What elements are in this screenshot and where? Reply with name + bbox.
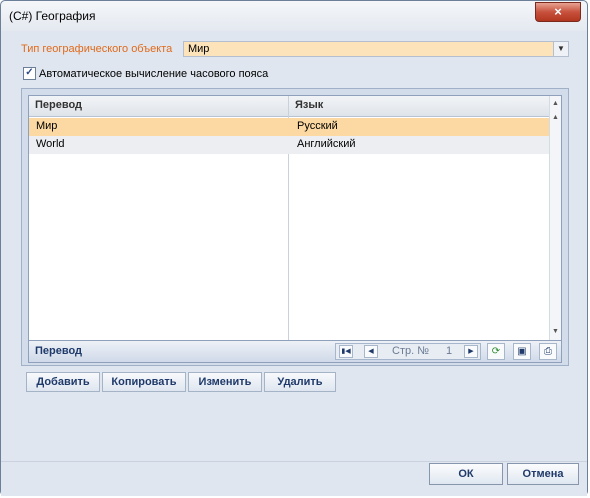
- type-select-value: Мир: [188, 43, 210, 55]
- delete-button[interactable]: Удалить: [264, 372, 336, 392]
- first-page-icon[interactable]: ▮◀: [339, 345, 353, 358]
- page-label: Стр. №: [392, 345, 430, 357]
- grid-footer: Перевод ▮◀ ◀ Стр. № 1 ▶ ⟳ ▣ ⎙: [28, 341, 562, 363]
- dialog-window: (C#) География × Тип географического объ…: [0, 0, 588, 496]
- scroll-up-icon[interactable]: ▲: [550, 98, 561, 110]
- page-number: 1: [446, 345, 453, 357]
- column-header-translation[interactable]: Перевод: [35, 99, 82, 111]
- chevron-down-icon[interactable]: ▼: [553, 42, 568, 56]
- ok-button[interactable]: ОК: [429, 463, 503, 485]
- cell-language: Русский: [297, 120, 338, 132]
- cell-language: Английский: [297, 138, 356, 150]
- scroll-down-icon[interactable]: ▼: [550, 326, 561, 338]
- copy-button[interactable]: Копировать: [102, 372, 186, 392]
- refresh-icon[interactable]: ⟳: [487, 343, 505, 360]
- vertical-scrollbar[interactable]: ▲ ▲ ▼: [549, 96, 561, 340]
- dialog-button-bar: ОК Отмена: [1, 461, 587, 496]
- cell-translation: Мир: [36, 120, 58, 132]
- dialog-content: Тип географического объекта Мир ▼ ✓ Автом…: [9, 31, 579, 461]
- auto-timezone-checkbox[interactable]: ✓: [23, 67, 36, 80]
- save-icon[interactable]: ▣: [513, 343, 531, 360]
- auto-timezone-row[interactable]: ✓ Автоматическое вычисление часового пояс…: [23, 67, 269, 81]
- cell-translation: World: [36, 138, 65, 150]
- grid-header: Перевод Язык: [29, 96, 551, 117]
- type-select[interactable]: Мир ▼: [183, 41, 569, 57]
- print-icon[interactable]: ⎙: [539, 343, 557, 360]
- translations-grid: Перевод Язык Мир Русский World Английски…: [28, 95, 562, 341]
- next-page-icon[interactable]: ▶: [464, 345, 478, 358]
- window-title: (C#) География: [9, 9, 96, 23]
- translations-panel: Перевод Язык Мир Русский World Английски…: [21, 88, 569, 392]
- edit-button[interactable]: Изменить: [188, 372, 262, 392]
- add-button[interactable]: Добавить: [26, 372, 100, 392]
- column-header-language[interactable]: Язык: [295, 99, 323, 111]
- footer-title: Перевод: [35, 345, 83, 357]
- title-bar[interactable]: (C#) География ×: [1, 1, 587, 31]
- close-button[interactable]: ×: [535, 2, 581, 22]
- prev-page-icon[interactable]: ◀: [364, 345, 378, 358]
- auto-timezone-label: Автоматическое вычисление часового пояса: [39, 68, 269, 81]
- table-row[interactable]: World Английский: [29, 136, 551, 154]
- type-label: Тип географического объекта: [21, 43, 173, 55]
- scroll-up-icon[interactable]: ▲: [550, 112, 561, 124]
- pager: ▮◀ ◀ Стр. № 1 ▶: [335, 343, 481, 360]
- table-row[interactable]: Мир Русский: [29, 118, 551, 136]
- cancel-button[interactable]: Отмена: [507, 463, 579, 485]
